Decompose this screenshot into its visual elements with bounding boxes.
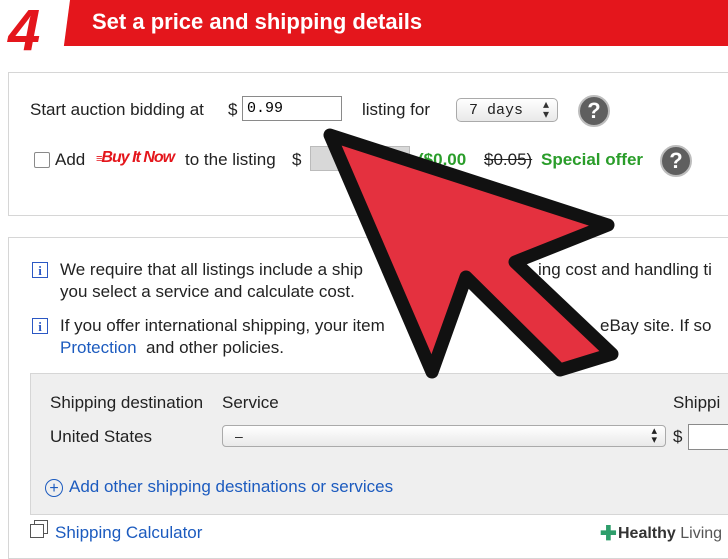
protection-link[interactable]: Protection: [60, 338, 137, 358]
calculator-icon: [30, 520, 48, 538]
column-header-destination: Shipping destination: [50, 393, 204, 412]
select-arrows-icon: ▴ ▾: [542, 98, 549, 122]
watermark-word-1: Healthy: [618, 525, 676, 542]
step-number: 4: [8, 0, 41, 63]
info-notice-1a: We require that all listings include a s…: [60, 260, 364, 279]
select-arrows-icon: ▴ ▾: [651, 425, 657, 446]
service-value: –: [235, 428, 243, 444]
info-notice-1b: ing cost and handling ti: [538, 260, 712, 279]
buy-it-now-checkbox[interactable]: [34, 152, 50, 168]
watermark-word-2: Living: [680, 525, 723, 542]
duration-select[interactable]: 7 days ▴ ▾: [456, 98, 558, 122]
question-circle-icon[interactable]: ?: [578, 95, 610, 127]
info-notice-1-line2: you select a service and calculate cost.: [60, 282, 355, 301]
column-header-service: Service: [222, 393, 279, 412]
fee-old: $0.05): [484, 150, 533, 169]
buy-it-now-text: Buy It Now: [101, 149, 175, 166]
watermark: ✚ Healthy Living: [596, 522, 728, 546]
column-header-shipping: Shippi: [673, 393, 721, 412]
page-title: Set a price and shipping details: [92, 9, 423, 34]
special-offer-label: Special offer: [541, 150, 644, 169]
shipping-calculator-link[interactable]: Shipping Calculator: [55, 523, 202, 543]
add-shipping-link[interactable]: Add other shipping destinations or servi…: [69, 477, 393, 497]
info-icon: i: [32, 262, 48, 278]
plus-circle-icon[interactable]: +: [45, 479, 63, 497]
info-notice-2a: If you offer international shipping, you…: [60, 316, 385, 335]
info-icon: i: [32, 318, 48, 334]
currency-symbol: $: [228, 100, 238, 119]
to-listing-label: to the listing: [185, 150, 276, 169]
cost-currency: $: [673, 427, 683, 446]
price-panel: [8, 72, 728, 216]
duration-value: 7 days: [469, 102, 524, 119]
currency-symbol-2: $: [292, 150, 302, 169]
buy-it-now-logo: ≡Buy It Now: [96, 149, 175, 166]
destination-value: United States: [50, 427, 153, 446]
buy-it-now-price-input[interactable]: [310, 146, 410, 171]
info-notice-2b: sol: [524, 316, 546, 335]
fee-new: ($0.00: [418, 150, 467, 169]
add-label: Add: [55, 150, 86, 169]
start-price-input[interactable]: [242, 96, 342, 121]
question-circle-icon[interactable]: ?: [660, 145, 692, 177]
shipping-cost-input[interactable]: [688, 424, 728, 450]
info-notice-2-line2: and other policies.: [146, 338, 284, 357]
cross-icon: ✚: [600, 523, 617, 545]
service-select[interactable]: – ▴ ▾: [222, 425, 666, 447]
info-notice-2c: eBay site. If so: [600, 316, 712, 335]
start-bidding-label: Start auction bidding at: [30, 100, 204, 119]
listing-for-label: listing for: [362, 100, 431, 119]
